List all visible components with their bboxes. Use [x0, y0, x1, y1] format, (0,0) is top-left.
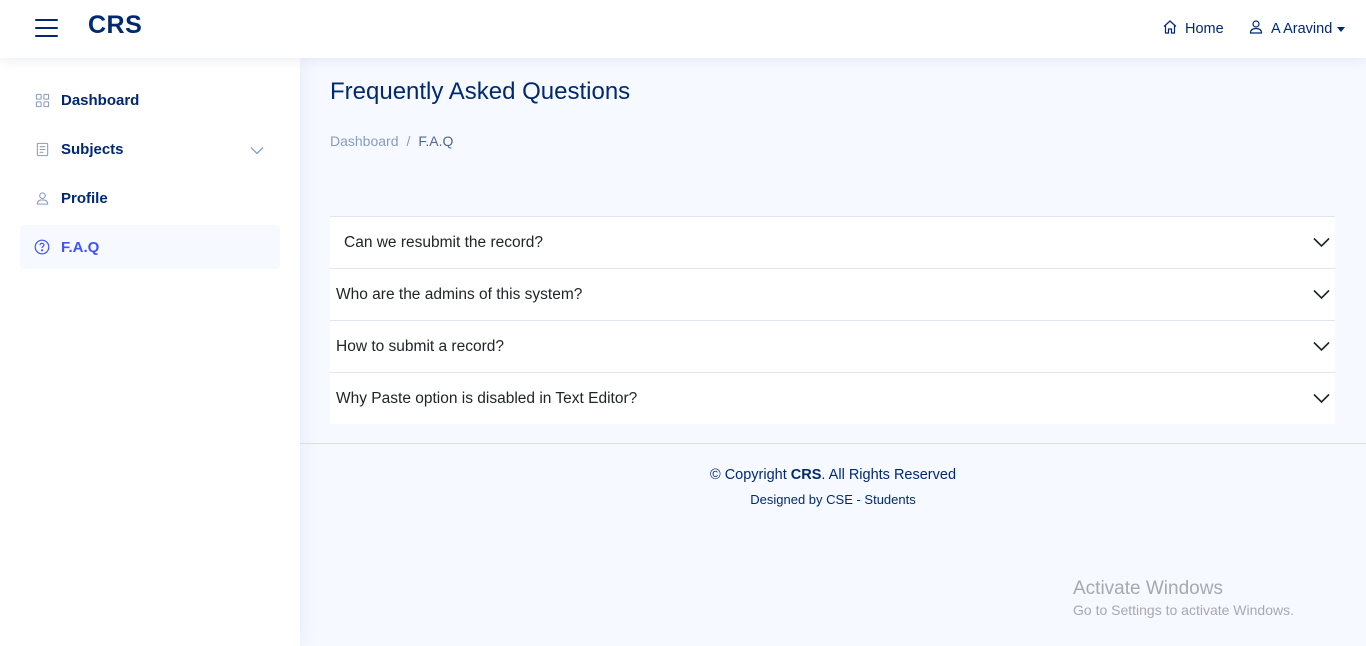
person-icon: [1248, 19, 1264, 39]
page-title: Frequently Asked Questions: [330, 78, 631, 105]
sidebar-item-label: Profile: [61, 189, 108, 207]
faq-question: Who are the admins of this system?: [336, 285, 583, 303]
chevron-down-icon: [250, 142, 264, 159]
breadcrumb-dashboard-link[interactable]: Dashboard: [330, 133, 399, 149]
footer-copyright: © Copyright CRS. All Rights Reserved: [300, 467, 1366, 483]
person-icon: [34, 190, 50, 206]
sidebar-item-label: F.A.Q: [61, 238, 100, 256]
user-menu[interactable]: A Aravind: [1248, 18, 1346, 40]
faq-question: Can we resubmit the record?: [344, 233, 544, 251]
faq-question: Why Paste option is disabled in Text Edi…: [336, 389, 638, 407]
sidebar-item-profile[interactable]: Profile: [20, 176, 280, 220]
sidebar-item-label: Dashboard: [61, 91, 140, 109]
sidebar: Dashboard Subjects Profile F.A.Q: [0, 58, 300, 646]
sidebar-item-faq[interactable]: F.A.Q: [20, 225, 280, 269]
brand-logo[interactable]: CRS: [88, 11, 142, 40]
breadcrumb: Dashboard / F.A.Q: [330, 133, 453, 149]
house-icon: [1162, 19, 1178, 39]
faq-item[interactable]: Who are the admins of this system?: [330, 268, 1335, 320]
journal-icon: [34, 141, 50, 157]
breadcrumb-separator: /: [406, 133, 411, 149]
top-header: CRS Home A Aravind: [0, 0, 1366, 58]
sidebar-item-dashboard[interactable]: Dashboard: [20, 78, 280, 122]
faq-question: How to submit a record?: [336, 337, 504, 355]
chevron-down-icon: [1313, 391, 1330, 409]
question-circle-icon: [34, 239, 50, 255]
hamburger-menu-icon[interactable]: [35, 17, 58, 39]
copyright-brand: CRS: [790, 467, 822, 483]
footer-divider: [300, 443, 1366, 444]
copyright-suffix: . All Rights Reserved: [821, 467, 957, 483]
faq-item[interactable]: Why Paste option is disabled in Text Edi…: [330, 372, 1335, 424]
faq-item[interactable]: Can we resubmit the record?: [330, 216, 1335, 268]
watermark-subtitle: Go to Settings to activate Windows.: [1073, 602, 1294, 618]
grid-icon: [34, 92, 50, 108]
copyright-prefix: © Copyright: [709, 467, 791, 483]
faq-item[interactable]: How to submit a record?: [330, 320, 1335, 372]
chevron-down-icon: [1313, 287, 1330, 305]
faq-accordion: Can we resubmit the record? Who are the …: [330, 216, 1335, 424]
chevron-down-icon: [1313, 339, 1330, 357]
breadcrumb-current: F.A.Q: [418, 133, 454, 149]
home-link[interactable]: Home: [1162, 18, 1224, 40]
watermark-title: Activate Windows: [1073, 578, 1223, 599]
home-label: Home: [1185, 21, 1224, 37]
user-name: A Aravind: [1271, 21, 1333, 37]
caret-down-icon: [1337, 26, 1346, 32]
activate-windows-watermark: Activate Windows Go to Settings to activ…: [1073, 578, 1294, 618]
sidebar-item-label: Subjects: [61, 140, 124, 158]
footer-credits: Designed by CSE - Students: [750, 492, 916, 507]
sidebar-item-subjects[interactable]: Subjects: [20, 127, 280, 171]
chevron-down-icon: [1313, 235, 1330, 253]
